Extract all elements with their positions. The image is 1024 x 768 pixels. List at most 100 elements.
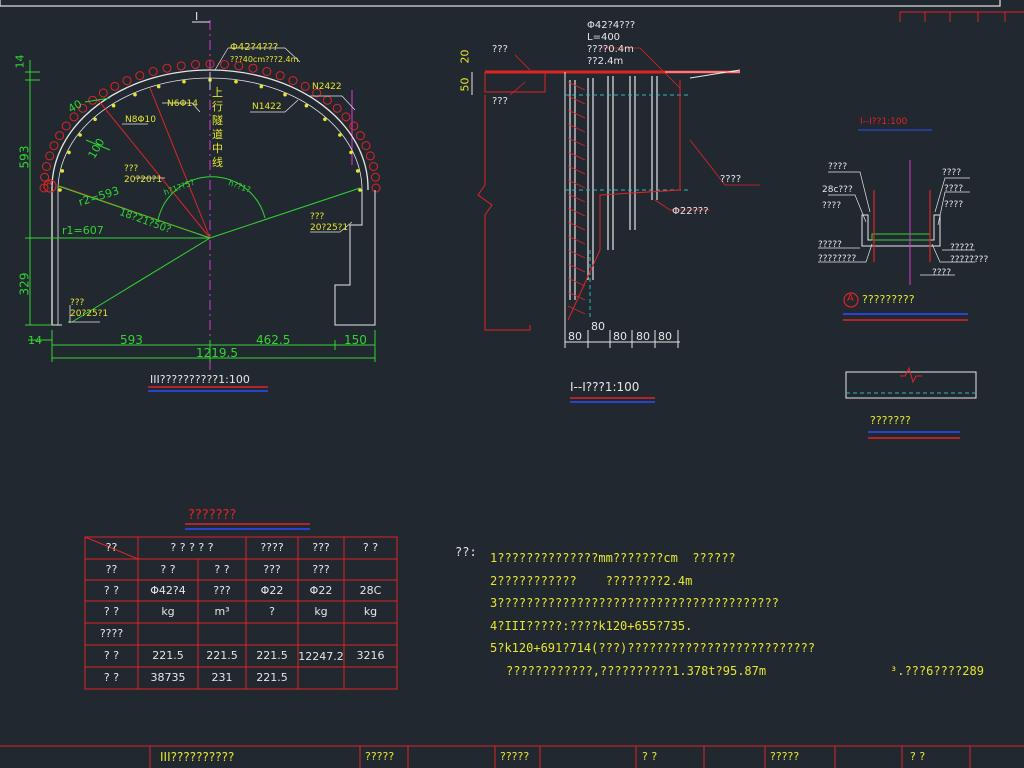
dt-l5: ????????: [818, 254, 857, 264]
note-line: 1??????????????mm???????cm ??????: [490, 551, 736, 565]
notes-list: 1??????????????mm???????cm ?????? 2??????…: [490, 547, 815, 683]
table-cell: kg: [314, 605, 328, 618]
table-cell: 231: [211, 671, 233, 684]
note-line: 2??????????? ????????2.4m: [490, 573, 693, 588]
cs-r2: r2=593: [77, 184, 121, 209]
ls-dim-20: 20: [458, 49, 472, 64]
cs-ang-b: h??1?: [227, 178, 252, 195]
note-line: 3???????????????????????????????????????: [490, 596, 779, 611]
table-cell: ? ?: [214, 563, 230, 576]
cs-angle-bottom: ??? 20?25?1: [70, 298, 109, 319]
dt-title: I--I??1:100: [860, 117, 908, 127]
cs-section-mark: I: [195, 10, 199, 23]
dt-r5: ????????: [950, 255, 989, 265]
table-cell: kg: [161, 605, 175, 618]
cs-dim-left-upper: 593: [17, 145, 32, 169]
cs-ang-a: h?1??5?: [162, 177, 196, 198]
ls-dim-80c: 80: [613, 330, 627, 343]
cs-dim-40: 40: [65, 97, 85, 116]
table-cell: kg: [363, 605, 378, 618]
centerline-char: 中: [212, 142, 223, 155]
ls-bar22: Φ22???: [672, 206, 709, 217]
ls-overlap: ??2.4m: [587, 56, 624, 67]
cs-angle-left: ??? 20?20?1: [124, 164, 163, 185]
table-cell: ????: [260, 541, 284, 554]
cs-n6: N6Φ14: [167, 99, 198, 109]
table-cell: ??: [105, 541, 118, 554]
text-layer: 14 593 329 40 100 14 593 462.5 150 1219.…: [0, 0, 1024, 768]
dt-r1: ????: [942, 168, 962, 178]
cs-dim-4625: 462.5: [256, 333, 291, 347]
centerline-char: 隧: [212, 114, 223, 127]
cs-n24: N2422: [312, 82, 342, 92]
table-cell: ?: [269, 605, 275, 618]
table-cell: [344, 623, 397, 645]
ls-dim-80a: 80: [568, 330, 582, 343]
cs-anchor-spacing: ???40cm???2.4m: [230, 55, 299, 64]
table-cell: Φ22: [260, 584, 284, 597]
cs-n8: N8Φ10: [125, 115, 156, 125]
table-cell: [198, 623, 246, 645]
tb-cell-1: ?????: [365, 750, 395, 763]
table-cell: [246, 623, 298, 645]
dt-l3: ????: [822, 201, 842, 211]
tb-cell-2: ?????: [500, 750, 530, 763]
table-title: ???????: [188, 508, 237, 523]
table-cell: [344, 559, 397, 580]
table-cell: 221.5: [206, 649, 238, 662]
cs-dim-150: 150: [344, 333, 367, 347]
ls-dim-80b: 80: [591, 320, 605, 333]
dt-r3: ????: [944, 200, 964, 210]
table-cell: ???: [213, 584, 231, 597]
cs-dim-1219: 1219.5: [196, 346, 238, 360]
cs-dim-593: 593: [120, 333, 143, 347]
table-cell: [344, 667, 397, 689]
table-cell: 221.5: [256, 671, 288, 684]
centerline-char: 行: [212, 100, 223, 113]
dt-l1: ????: [828, 162, 848, 172]
table-cell: ? ?: [103, 584, 120, 597]
table-cell: ???: [263, 563, 281, 576]
cs-title: III??????????1:100: [150, 373, 250, 386]
table-cell: ? ?: [160, 563, 176, 576]
cs-dim-bottom-left: 14: [28, 334, 42, 347]
table-cell: 221.5: [152, 649, 184, 662]
table-cell: 38735: [150, 671, 186, 684]
cs-dim-top: 14: [13, 54, 27, 69]
tb-cell-3: ? ?: [642, 750, 658, 763]
dt-marker: A: [847, 293, 854, 304]
table-cell: 221.5: [256, 649, 288, 662]
centerline-text: 上 行 隧 道 中 线: [212, 86, 224, 170]
centerline-char: 线: [212, 156, 223, 169]
ls-rib: ????: [720, 174, 742, 185]
cs-marker: A: [46, 179, 53, 189]
ls-title: I--I???1:100: [570, 380, 640, 394]
note-line: 4?III?????:????k120+655?735.: [490, 618, 693, 633]
table-cell: Φ42?4: [150, 584, 186, 597]
table-cell: ? ?: [362, 541, 379, 554]
note-line: 5?k120+691?714(???)?????????????????????…: [490, 641, 816, 656]
ls-pipe: Φ42?4???: [587, 20, 636, 31]
ls-dim-50: 50: [458, 77, 472, 92]
ls-spacing: ????0.4m: [587, 44, 634, 55]
cs-dim-100: 100: [85, 136, 108, 161]
centerline-char: 道: [212, 128, 223, 141]
dt-l2: 28c???: [822, 185, 853, 195]
table-cell: ????: [99, 627, 124, 640]
tb-cell-4: ?????: [770, 750, 800, 763]
table-cell: ??: [105, 563, 118, 576]
cs-n14: N1422: [252, 102, 282, 112]
note-line: ????????????,??????????1.378t?95.87m: [506, 663, 767, 678]
table-cell: 12247.2: [298, 650, 344, 663]
tb-cell-0: III??????????: [160, 750, 235, 764]
table-cell: [298, 667, 344, 689]
dt-r4: ?????: [950, 243, 974, 253]
table-cell: ? ? ? ? ?: [170, 541, 214, 554]
cs-angle-right: ??? 20?25?1: [310, 212, 349, 233]
ls-dim-80d: 80: [636, 330, 650, 343]
table-cell: [298, 623, 344, 645]
table-cell: 28C: [359, 584, 382, 597]
cs-anchor-top: Φ42?4???: [230, 42, 279, 53]
dt-l4: ?????: [818, 240, 842, 250]
dt-caption: ?????????: [862, 293, 915, 306]
